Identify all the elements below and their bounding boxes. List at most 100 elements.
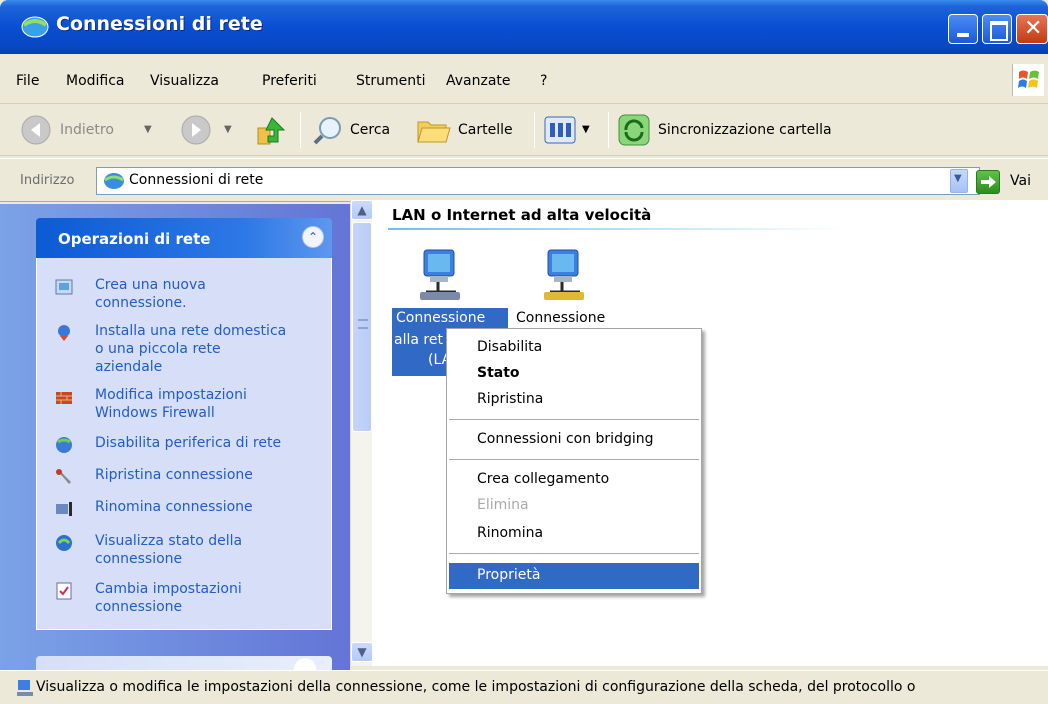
task-rename-connection[interactable]: Rinomina connessione [55,498,315,516]
up-folder-icon[interactable] [254,114,290,148]
views-button[interactable]: ▼ [544,114,600,146]
minimize-button[interactable] [948,14,978,44]
task-label: Installa una rete domestica o una piccol… [95,323,287,375]
menu-item-repair[interactable]: Ripristina [477,391,543,407]
scroll-up-button[interactable]: ▲ [351,200,373,220]
status-icon [56,535,72,551]
menu-item-properties[interactable]: Proprietà [477,567,540,583]
context-menu: Disabilita Stato Ripristina Connessioni … [446,328,702,594]
go-label[interactable]: Vai [1010,173,1031,189]
network-connection-icon [544,249,584,300]
task-label: Ripristina connessione [95,467,253,483]
network-tasks-title: Operazioni di rete [58,230,211,248]
menu-item-rename[interactable]: Rinomina [477,525,543,541]
back-dropdown-icon: ▼ [144,124,152,135]
back-button[interactable]: Indietro ▼ [16,112,152,148]
menu-item-create-shortcut[interactable]: Crea collegamento [477,471,609,487]
address-input[interactable]: Connessioni di rete [96,167,980,195]
toolbar-separator [300,112,301,148]
status-text: Visualizza o modifica le impostazioni de… [36,679,916,695]
task-firewall[interactable]: Modifica impostazioni Windows Firewall [55,386,315,422]
go-button[interactable] [976,170,1000,194]
group-title: LAN o Internet ad alta velocità [392,206,652,224]
menu-file[interactable]: File [16,73,39,89]
toolbar-separator [534,112,535,148]
scroll-thumb[interactable] [352,222,372,432]
search-label: Cerca [350,122,391,138]
address-dropdown-button[interactable]: ▼ [950,169,968,193]
maximize-button[interactable] [982,14,1012,44]
chevron-down-icon: ▼ [357,645,367,659]
menu-preferiti[interactable]: Preferiti [262,73,317,89]
menu-help[interactable]: ? [540,73,547,89]
rename-icon [56,502,72,516]
network-connection-icon [420,249,460,300]
network-tasks-body: Crea una nuova connessione. Installa una… [36,258,332,630]
task-view-status[interactable]: Visualizza stato della connessione [55,532,315,568]
forward-button[interactable]: ▼ [178,112,234,148]
back-label: Indietro [60,122,114,138]
folders-icon [417,121,451,143]
disable-device-icon [56,437,72,453]
menu-separator [449,553,699,554]
menu-item-bridge[interactable]: Connessioni con bridging [477,431,654,447]
connection-lan-label-2: alla ret [394,332,443,348]
other-places-header[interactable] [36,656,332,672]
task-repair-connection[interactable]: Ripristina connessione [55,466,315,484]
address-bar: Indirizzo Connessioni di rete ▼ Vai [0,158,1048,202]
menu-bar: File Modifica Visualizza Preferiti Strum… [0,58,1048,104]
chevron-up-icon: ▲ [357,203,367,217]
folders-button[interactable]: Cartelle [412,112,530,148]
task-label: Cambia impostazioni connessione [95,581,242,615]
close-button[interactable]: ✕ [1016,14,1048,44]
task-label: Modifica impostazioni Windows Firewall [95,387,247,421]
connection-lan-label: Connessione [392,310,490,326]
task-change-settings[interactable]: Cambia impostazioni connessione [55,580,315,616]
task-home-network[interactable]: Installa una rete domestica o una piccol… [55,322,315,376]
menu-visualizza[interactable]: Visualizza [150,73,219,89]
task-label: Crea una nuova connessione. [95,277,206,311]
views-dropdown-icon: ▼ [582,124,590,135]
double-chevron-up-icon: ⌃ [307,230,319,244]
collapse-button[interactable]: ⌃ [302,226,324,248]
group-divider [388,228,848,230]
title-bar[interactable]: Connessioni di rete ✕ [0,0,1048,54]
search-button[interactable]: Cerca [310,112,406,148]
sync-folder-button[interactable]: Sincronizzazione cartella [616,112,856,148]
task-label: Visualizza stato della connessione [95,533,243,567]
back-arrow-icon [21,115,51,145]
network-status-icon [17,680,33,696]
toolbar: Indietro ▼ ▼ Cerca Cartelle ▼ Sincronizz… [0,104,1048,156]
connection-2-label: Connessione [516,310,606,326]
forward-arrow-icon [181,115,211,145]
task-label: Rinomina connessione [95,499,253,515]
settings-icon [56,582,72,600]
go-arrow-icon [981,176,996,188]
menu-modifica[interactable]: Modifica [66,73,125,89]
task-new-connection[interactable]: Crea una nuova connessione. [55,276,315,312]
vertical-scrollbar[interactable]: ▲ ▼ [350,200,373,666]
menu-item-delete: Elimina [477,497,529,513]
address-label: Indirizzo [20,173,75,188]
menu-item-disable[interactable]: Disabilita [477,339,542,355]
close-icon: ✕ [1024,16,1043,41]
scroll-down-button[interactable]: ▼ [351,642,373,662]
menu-separator [449,459,699,460]
chevron-down-icon: ▼ [954,173,962,184]
folders-label: Cartelle [458,122,513,138]
task-label: Disabilita periferica di rete [95,435,282,451]
firewall-icon [56,392,72,404]
network-connections-icon [21,16,49,38]
windows-logo [1012,64,1044,96]
repair-icon [56,469,71,484]
sync-icon [618,114,650,146]
menu-strumenti[interactable]: Strumenti [356,73,426,89]
network-tasks-header[interactable]: Operazioni di rete ⌃ [36,218,332,258]
menu-item-status[interactable]: Stato [477,365,520,381]
status-bar: Visualizza o modifica le impostazioni de… [0,670,1048,704]
forward-dropdown-icon: ▼ [224,124,232,135]
new-connection-icon [55,279,73,295]
task-disable-device[interactable]: Disabilita periferica di rete [55,434,315,453]
menu-separator [449,419,699,420]
menu-avanzate[interactable]: Avanzate [446,73,511,89]
